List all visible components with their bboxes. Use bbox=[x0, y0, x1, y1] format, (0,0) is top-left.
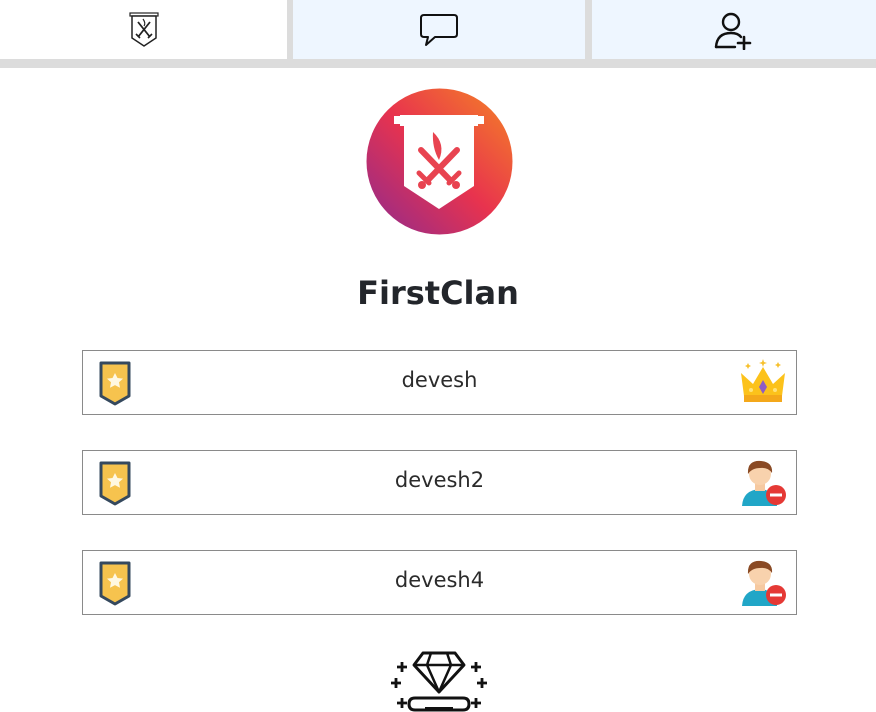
diamond-icon bbox=[391, 651, 487, 712]
member-row[interactable]: devesh2 bbox=[82, 450, 797, 515]
diamond-button[interactable] bbox=[389, 648, 489, 712]
tab-bar bbox=[0, 0, 876, 68]
member-name: devesh4 bbox=[394, 568, 485, 592]
crown-icon bbox=[741, 359, 785, 402]
remove-member-icon[interactable] bbox=[738, 458, 788, 508]
clan-emblem-icon bbox=[366, 88, 513, 235]
clan-name: FirstClan bbox=[357, 274, 519, 312]
chat-icon bbox=[420, 13, 458, 46]
clan-emblem bbox=[366, 88, 513, 235]
member-name: devesh2 bbox=[394, 468, 485, 492]
tab-add-member[interactable] bbox=[592, 0, 876, 59]
clan-banner-icon bbox=[128, 11, 159, 47]
member-name: devesh bbox=[401, 368, 478, 392]
tab-chat[interactable] bbox=[293, 0, 585, 59]
add-user-icon bbox=[714, 12, 752, 50]
remove-member-icon[interactable] bbox=[738, 558, 788, 608]
member-row[interactable]: devesh4 bbox=[82, 550, 797, 615]
tab-clan[interactable] bbox=[0, 0, 287, 59]
member-row[interactable]: devesh bbox=[82, 350, 797, 415]
